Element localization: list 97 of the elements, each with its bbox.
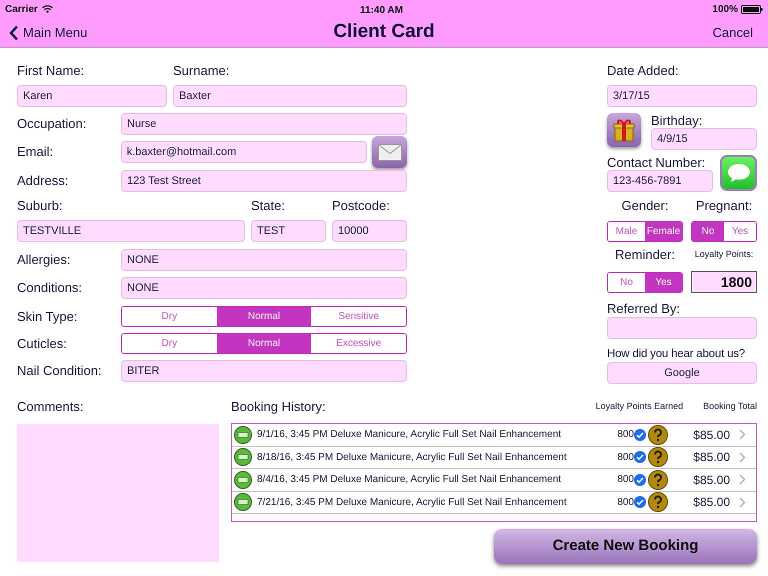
field-label: Skin Type: xyxy=(17,308,78,324)
field-label: First Name: xyxy=(17,63,86,79)
text-field[interactable]: TEST xyxy=(251,220,326,242)
question-icon[interactable] xyxy=(648,492,668,512)
booking-row[interactable]: 8/18/16, 3:45 PM Deluxe Manicure, Acrylic Full Set Nail Enhancement 800 $85.00 xyxy=(232,446,756,469)
points-earned: 800 xyxy=(617,473,634,488)
text-field[interactable]: TESTVILLE xyxy=(17,220,245,242)
message-button[interactable] xyxy=(720,155,757,191)
field-label: Occupation: xyxy=(17,116,88,132)
field-label: How did you hear about us? xyxy=(607,347,746,362)
booking-row[interactable]: 9/1/16, 3:45 PM Deluxe Manicure, Acrylic Full Set Nail Enhancement 800 $85.00 xyxy=(232,424,756,446)
field-label: Gender: xyxy=(620,198,670,214)
envelope-icon xyxy=(378,144,402,160)
segment-option[interactable]: Normal xyxy=(216,307,312,326)
field-label: Suburb: xyxy=(17,198,64,214)
text-field[interactable]: NONE xyxy=(121,277,407,299)
text-field[interactable]: BITER xyxy=(121,360,407,382)
create-booking-button[interactable]: Create New Booking xyxy=(494,529,757,564)
segment-option[interactable]: Female xyxy=(645,222,682,241)
back-button[interactable]: Main Menu xyxy=(9,22,88,42)
field-label: Surname: xyxy=(173,63,230,79)
check-icon xyxy=(634,496,646,508)
booking-description: 7/21/16, 3:45 PM Deluxe Manicure, Acrylic Full Set Nail Enhancement xyxy=(257,496,568,510)
text-field[interactable]: Karen xyxy=(17,85,167,107)
field-label: Comments: xyxy=(17,399,84,415)
text-field[interactable]: 3/17/15 xyxy=(607,85,757,107)
field-label: Birthday: xyxy=(651,113,704,128)
field-label: Cuticles: xyxy=(17,336,68,352)
field-label: Reminder: xyxy=(614,247,676,263)
field-label: Nail Condition: xyxy=(17,363,103,379)
question-icon[interactable] xyxy=(648,470,668,490)
money-icon xyxy=(234,470,252,489)
chevron-right-icon xyxy=(739,429,746,440)
gift-button[interactable] xyxy=(607,113,641,147)
points-earned: 800 xyxy=(617,496,634,510)
loyalty-points-label: Loyalty Points: xyxy=(694,248,754,262)
booking-total: $85.00 xyxy=(692,449,730,466)
question-icon[interactable] xyxy=(648,424,668,445)
carrier-label: Carrier xyxy=(5,2,38,16)
check-icon xyxy=(634,474,646,486)
text-field[interactable]: Nurse xyxy=(121,113,407,135)
column-header: Loyalty Points Earned xyxy=(596,400,684,414)
text-field[interactable] xyxy=(607,317,757,339)
loyalty-points-field: 1800 xyxy=(691,271,757,293)
points-earned: 800 xyxy=(617,450,634,465)
field-label: Referred By: xyxy=(607,301,681,317)
money-icon xyxy=(234,426,252,444)
page-title: Client Card xyxy=(332,20,436,44)
field-label: Pregnant: xyxy=(694,198,754,214)
text-field[interactable]: NONE xyxy=(121,249,407,271)
money-icon xyxy=(234,493,252,512)
field-label: Date Added: xyxy=(607,63,680,79)
booking-total: $85.00 xyxy=(692,426,730,444)
booking-row[interactable]: 8/4/16, 3:45 PM Deluxe Manicure, Acrylic Full Set Nail Enhancement 800 $85.00 xyxy=(232,469,756,492)
chevron-right-icon xyxy=(739,452,746,463)
booking-total: $85.00 xyxy=(692,472,730,489)
field-label: State: xyxy=(251,198,286,214)
cancel-button[interactable]: Cancel xyxy=(712,22,753,42)
booking-total: $85.00 xyxy=(692,494,730,512)
question-icon[interactable] xyxy=(648,447,668,468)
battery-percent: 100% xyxy=(712,2,738,16)
booking-description: 8/18/16, 3:45 PM Deluxe Manicure, Acrylic Full Set Nail Enhancement xyxy=(257,450,568,465)
status-time: 11:40 AM xyxy=(360,4,403,18)
booking-row[interactable]: 7/21/16, 3:45 PM Deluxe Manicure, Acrylic Full Set Nail Enhancement 800 $85.00 xyxy=(232,492,756,514)
text-field[interactable]: Baxter xyxy=(173,85,407,107)
back-chevron-icon xyxy=(9,24,19,40)
email-button[interactable] xyxy=(372,136,407,168)
text-field[interactable]: 123-456-7891 xyxy=(607,170,713,192)
segment-option[interactable]: Normal xyxy=(216,334,312,353)
text-field[interactable]: 10000 xyxy=(332,220,407,242)
column-header: Booking Total xyxy=(703,400,757,414)
battery-icon xyxy=(741,4,763,14)
text-field[interactable]: 123 Test Street xyxy=(121,170,407,192)
booking-description: 8/4/16, 3:45 PM Deluxe Manicure, Acrylic Full Set Nail Enhancement xyxy=(257,473,562,488)
segment-option[interactable]: Yes xyxy=(645,272,682,292)
booking-description: 9/1/16, 3:45 PM Deluxe Manicure, Acrylic Full Set Nail Enhancement xyxy=(257,428,562,442)
chevron-right-icon xyxy=(739,496,746,508)
check-icon xyxy=(634,451,646,464)
chevron-right-icon xyxy=(739,474,746,486)
field-label: Allergies: xyxy=(17,252,72,268)
points-earned: 800 xyxy=(617,428,634,442)
text-field[interactable]: k.baxter@hotmail.com xyxy=(120,141,367,163)
text-field[interactable]: 4/9/15 xyxy=(651,128,757,150)
field-label: Email: xyxy=(17,144,54,160)
wifi-icon xyxy=(42,5,53,13)
field-label: Conditions: xyxy=(17,280,84,296)
check-icon xyxy=(634,428,646,441)
speech-bubble-icon xyxy=(726,163,750,183)
field-label: Contact Number: xyxy=(607,155,706,170)
segment-option[interactable]: No xyxy=(692,222,724,241)
comments-field[interactable] xyxy=(17,424,219,562)
text-field[interactable]: Google xyxy=(607,362,757,384)
field-label: Address: xyxy=(17,173,70,189)
field-label: Booking History: xyxy=(231,399,327,415)
money-icon xyxy=(234,448,252,466)
gift-icon xyxy=(613,118,635,142)
field-label: Postcode: xyxy=(332,198,390,214)
